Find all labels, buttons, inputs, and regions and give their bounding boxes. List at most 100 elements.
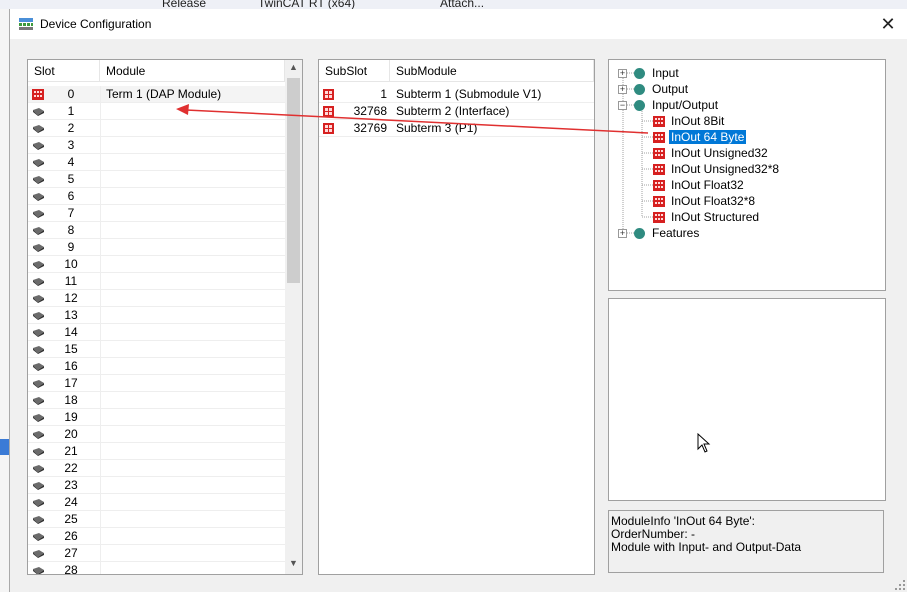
scroll-up-arrow-icon[interactable]: ▲	[286, 62, 301, 72]
slot-number: 2	[67, 121, 75, 135]
tree-item[interactable]: InOut Structured	[669, 210, 759, 225]
tree-item[interactable]: InOut 8Bit	[669, 114, 724, 129]
tree-expander-icon[interactable]: +	[618, 229, 627, 238]
submodule-name: Subterm 2 (Interface)	[396, 104, 510, 118]
empty-slot-icon	[32, 310, 45, 320]
slot-number: 23	[64, 478, 78, 492]
slot-list-scrollbar[interactable]: ▲ ▼	[285, 60, 302, 574]
scroll-down-arrow-icon[interactable]: ▼	[286, 558, 301, 568]
subslot-submodule-list[interactable]: SubSlot SubModule 1 Subterm 1 (Submodule …	[318, 59, 595, 575]
tree-expander-icon[interactable]: +	[618, 85, 627, 94]
column-header-subslot[interactable]: SubSlot	[319, 60, 390, 82]
slot-number: 19	[64, 410, 78, 424]
tree-item-selected[interactable]: InOut 64 Byte	[669, 130, 747, 145]
slot-number: 17	[64, 376, 78, 390]
slot-row[interactable]: 6	[28, 188, 285, 205]
slot-row[interactable]: 16	[28, 358, 285, 375]
column-separator	[100, 409, 101, 426]
tree-group-features[interactable]: Features	[652, 226, 699, 241]
subslot-number: 32769	[353, 121, 387, 135]
slot-row[interactable]: 7	[28, 205, 285, 222]
slot-number: 11	[64, 274, 78, 288]
tree-node-icon	[634, 68, 645, 79]
title-bar[interactable]: Device Configuration ✕	[10, 9, 907, 39]
slot-row[interactable]: 24	[28, 494, 285, 511]
tree-item-label: InOut Float32	[671, 178, 744, 192]
empty-slot-icon	[32, 293, 45, 303]
slot-number: 21	[64, 444, 78, 458]
slot-row[interactable]: 5	[28, 171, 285, 188]
column-separator	[100, 256, 101, 273]
slot-row[interactable]: 4	[28, 154, 285, 171]
empty-slot-icon	[32, 259, 45, 269]
slot-row[interactable]: 13	[28, 307, 285, 324]
slot-row[interactable]: 12	[28, 290, 285, 307]
tree-node-icon	[634, 100, 645, 111]
slot-row[interactable]: 9	[28, 239, 285, 256]
tree-item-label: InOut 8Bit	[671, 114, 725, 128]
resize-grip-icon[interactable]	[894, 579, 906, 591]
description-panel	[608, 298, 886, 501]
close-button[interactable]: ✕	[874, 13, 902, 35]
slot-row[interactable]: 23	[28, 477, 285, 494]
slot-row[interactable]: 11	[28, 273, 285, 290]
slot-row[interactable]: 26	[28, 528, 285, 545]
column-separator	[100, 290, 101, 307]
slot-row[interactable]: 1	[28, 103, 285, 120]
slot-row[interactable]: 0 Term 1 (DAP Module)	[28, 86, 285, 103]
device-configuration-dialog: Device Configuration ✕ Slot Module 0 Term…	[9, 9, 907, 592]
tree-item[interactable]: InOut Float32*8	[669, 194, 755, 209]
tree-group-input[interactable]: Input	[652, 66, 679, 81]
slot-row[interactable]: 28	[28, 562, 285, 574]
slot-row[interactable]: 21	[28, 443, 285, 460]
tree-item[interactable]: InOut Unsigned32	[669, 146, 768, 161]
column-header-slot[interactable]: Slot	[28, 60, 100, 82]
slot-row[interactable]: 19	[28, 409, 285, 426]
empty-slot-icon	[32, 412, 45, 422]
slot-row[interactable]: 15	[28, 341, 285, 358]
tree-group-output[interactable]: Output	[652, 82, 688, 97]
slot-row[interactable]: 2	[28, 120, 285, 137]
tree-item-label: InOut Structured	[671, 210, 760, 224]
module-catalog-tree[interactable]: + Input + Output − Input/Output InOut 8Bit InO…	[608, 59, 886, 291]
background-selection-strip	[0, 439, 9, 455]
slot-row[interactable]: 8	[28, 222, 285, 239]
empty-slot-icon	[32, 191, 45, 201]
column-separator	[100, 205, 101, 222]
tree-node-icon	[634, 84, 645, 95]
column-separator	[100, 443, 101, 460]
column-separator	[100, 239, 101, 256]
slot-row[interactable]: 22	[28, 460, 285, 477]
slot-module-list[interactable]: Slot Module 0 Term 1 (DAP Module) 1 2 3 4 5 6 7 8…	[27, 59, 303, 575]
column-header-module[interactable]: Module	[100, 60, 285, 82]
scroll-thumb[interactable]	[287, 78, 300, 283]
empty-slot-icon	[32, 344, 45, 354]
slot-row[interactable]: 17	[28, 375, 285, 392]
column-separator	[100, 324, 101, 341]
slot-row[interactable]: 3	[28, 137, 285, 154]
column-header-submodule[interactable]: SubModule	[390, 60, 594, 82]
slot-row[interactable]: 25	[28, 511, 285, 528]
subslot-row[interactable]: 32769 Subterm 3 (P1)	[319, 120, 594, 137]
slot-row[interactable]: 18	[28, 392, 285, 409]
tree-item[interactable]: InOut Float32	[669, 178, 744, 193]
subslot-row[interactable]: 32768 Subterm 2 (Interface)	[319, 103, 594, 120]
submodule-icon	[323, 123, 334, 134]
tree-expander-icon[interactable]: +	[618, 69, 627, 78]
subslot-row[interactable]: 1 Subterm 1 (Submodule V1)	[319, 86, 594, 103]
slot-number: 12	[64, 291, 78, 305]
tree-item[interactable]: InOut Unsigned32*8	[669, 162, 779, 177]
tree-expander-icon[interactable]: −	[618, 101, 627, 110]
window-title: Device Configuration	[40, 17, 152, 31]
tree-group-input-output[interactable]: Input/Output	[652, 98, 718, 113]
slot-row[interactable]: 14	[28, 324, 285, 341]
slot-row[interactable]: 10	[28, 256, 285, 273]
slot-row[interactable]: 20	[28, 426, 285, 443]
slot-number: 13	[64, 308, 78, 322]
slot-number: 7	[67, 206, 75, 220]
column-separator	[100, 188, 101, 205]
module-name: Term 1 (DAP Module)	[106, 87, 222, 101]
dap-module-icon	[32, 89, 44, 100]
slot-row[interactable]: 27	[28, 545, 285, 562]
slot-number: 15	[64, 342, 78, 356]
